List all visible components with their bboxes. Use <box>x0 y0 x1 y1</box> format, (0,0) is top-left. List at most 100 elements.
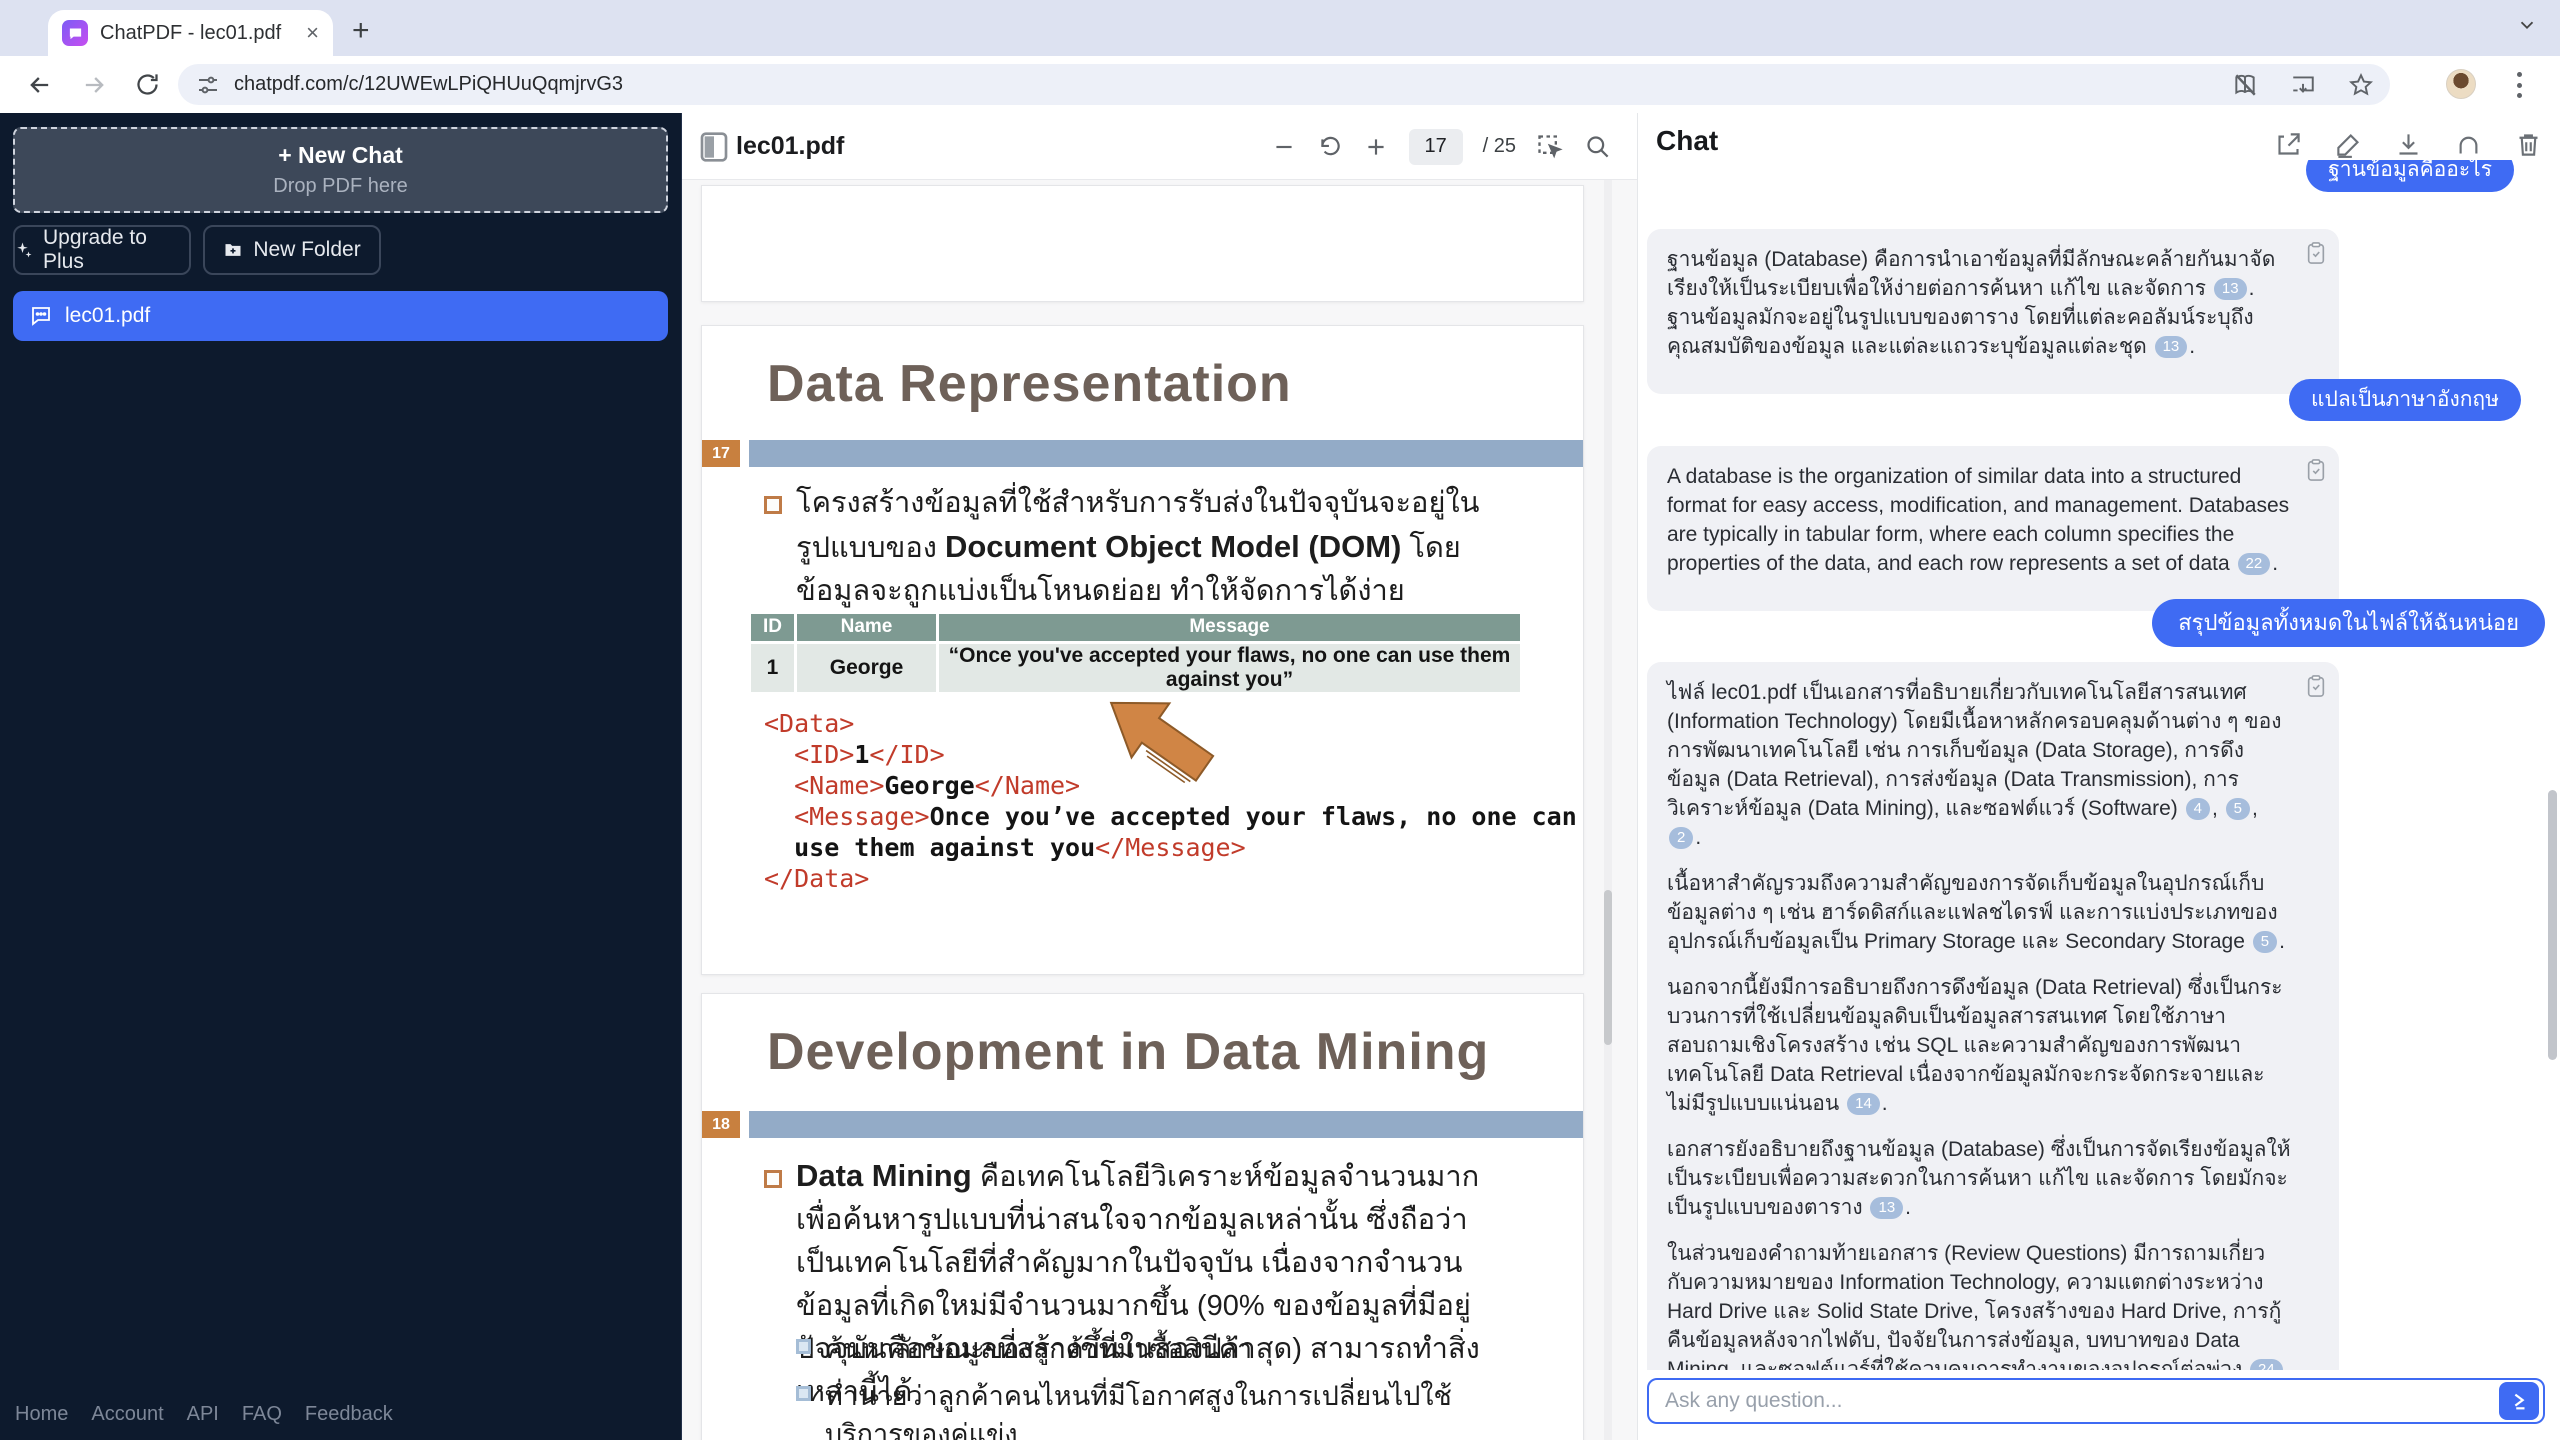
pdf-panel: lec01.pdf 17 / 25 Data Representation 17… <box>681 113 1637 1440</box>
chat-header-icons <box>2275 131 2542 158</box>
copy-message-icon[interactable] <box>2305 458 2327 482</box>
upgrade-label: Upgrade to Plus <box>43 226 147 273</box>
tab-title: ChatPDF - lec01.pdf <box>100 21 282 44</box>
citation-badge[interactable]: 5 <box>2225 798 2250 820</box>
table-header-row: ID Name Message <box>748 614 1520 642</box>
pdf-file-name: lec01.pdf <box>736 132 845 160</box>
window-scrollbar-thumb[interactable] <box>2548 790 2557 1060</box>
footer-link-account[interactable]: Account <box>91 1403 163 1426</box>
new-chat-label: + New Chat <box>278 142 403 168</box>
forward-icon[interactable] <box>80 71 108 99</box>
url-text[interactable]: chatpdf.com/c/12UWEwLPiQHUuQqmjrvG3 <box>234 73 623 96</box>
drop-pdf-hint: Drop PDF here <box>273 175 408 197</box>
browser-menu-icon[interactable] <box>2516 72 2522 98</box>
citation-badge[interactable]: 2 <box>1669 827 1694 849</box>
assistant-message: A database is the organization of simila… <box>1647 446 2339 611</box>
share-icon[interactable] <box>2275 131 2302 158</box>
user-message-bubble: สรุปข้อมูลทั้งหมดในไฟล์ให้ฉันหน่อย <box>2152 599 2545 647</box>
slide18-page-number: 18 <box>702 1111 740 1138</box>
url-bar[interactable]: chatpdf.com/c/12UWEwLPiQHUuQqmjrvG3 <box>178 64 2390 105</box>
xml-code-line: </Data> <box>764 864 870 893</box>
chat-bubble-icon <box>29 304 53 328</box>
send-button[interactable] <box>2499 1382 2539 1420</box>
pdf-scroll-area[interactable]: Data Representation 17 โครงสร้างข้อมูลที… <box>682 180 1637 1440</box>
citation-badge[interactable]: 13 <box>2154 336 2188 358</box>
citation-badge[interactable]: 4 <box>2185 798 2210 820</box>
sub-bullet-square-icon <box>796 1339 811 1354</box>
install-icon[interactable] <box>2290 72 2316 98</box>
xml-code-line: <Message>Once you’ve accepted your flaws… <box>794 802 1577 831</box>
footer-link-feedback[interactable]: Feedback <box>305 1403 393 1426</box>
close-icon[interactable]: × <box>306 22 319 44</box>
undo-icon[interactable] <box>1317 134 1343 160</box>
browser-tab-strip: ChatPDF - lec01.pdf × + <box>0 0 2560 56</box>
document-icon <box>699 131 729 163</box>
bookmark-star-icon[interactable] <box>2348 72 2374 98</box>
sidebar-chat-item-lec01[interactable]: lec01.pdf <box>13 291 668 341</box>
sub-bullet-square-icon <box>796 1386 811 1401</box>
chat-item-label: lec01.pdf <box>65 304 151 327</box>
copy-message-icon[interactable] <box>2305 241 2327 265</box>
sparkle-icon <box>15 241 33 259</box>
new-folder-label: New Folder <box>253 238 361 261</box>
table-cell: 1 <box>748 640 796 692</box>
slide17-bullet: โครงสร้างข้อมูลที่ใช้สำหรับการรับส่งในปั… <box>796 487 1480 607</box>
table-cell: George <box>794 640 938 692</box>
browser-toolbar: chatpdf.com/c/12UWEwLPiQHUuQqmjrvG3 <box>0 56 2560 113</box>
slide17-title: Data Representation <box>767 355 1292 413</box>
pdf-scrollbar-thumb[interactable] <box>1604 890 1612 1045</box>
profile-avatar[interactable] <box>2446 69 2476 99</box>
upgrade-to-plus-button[interactable]: Upgrade to Plus <box>13 225 191 275</box>
reading-list-off-icon[interactable] <box>2232 72 2258 98</box>
page-total-label: / 25 <box>1482 135 1516 157</box>
pdf-toolbar: lec01.pdf 17 / 25 <box>682 113 1637 180</box>
folder-plus-icon <box>223 240 243 260</box>
zoom-in-icon[interactable] <box>1363 134 1389 160</box>
search-icon[interactable] <box>1584 133 1611 160</box>
citation-badge[interactable]: 13 <box>1870 1197 1904 1219</box>
chat-panel: Chat ฐานข้อมูลคืออะไร ฐานข้อมูล (Database… <box>1637 113 2560 1440</box>
refresh-icon[interactable] <box>2455 131 2482 158</box>
trash-icon[interactable] <box>2515 131 2542 158</box>
bullet-square-icon <box>764 1170 782 1188</box>
slide18-title: Development in Data Mining <box>767 1023 1490 1081</box>
citation-badge[interactable]: 22 <box>2237 553 2271 575</box>
footer-link-home[interactable]: Home <box>15 1403 68 1426</box>
pdf-scrollbar-track[interactable] <box>1604 180 1612 1440</box>
page-number-input[interactable]: 17 <box>1408 128 1463 165</box>
slide18-sub-bullet: ทำนายว่าลูกค้าคนไหนที่มีโอกาศสูงในการเปล… <box>796 1377 1516 1440</box>
reload-icon[interactable] <box>134 71 161 98</box>
back-icon[interactable] <box>26 71 54 99</box>
edit-icon[interactable] <box>2335 131 2362 158</box>
citation-badge[interactable]: 14 <box>1847 1093 1880 1115</box>
pdf-page-17: Data Representation 17 โครงสร้างข้อมูลที… <box>701 325 1584 975</box>
sidebar: + New Chat Drop PDF here Upgrade to Plus… <box>0 113 681 1440</box>
new-folder-button[interactable]: New Folder <box>203 225 381 275</box>
chat-question-input[interactable] <box>1649 1380 2543 1422</box>
new-tab-icon[interactable]: + <box>352 16 370 46</box>
copy-message-icon[interactable] <box>2305 674 2327 698</box>
chat-message-list: ฐานข้อมูลคืออะไร ฐานข้อมูล (Database) คือ… <box>1647 160 2545 1370</box>
pdf-page-18: Development in Data Mining 18 Data Minin… <box>701 993 1584 1440</box>
citation-badge[interactable]: 5 <box>2252 931 2278 953</box>
select-area-icon[interactable] <box>1536 133 1564 161</box>
footer-link-faq[interactable]: FAQ <box>242 1403 282 1426</box>
chatpdf-favicon <box>62 20 88 46</box>
new-chat-dropzone[interactable]: + New Chat Drop PDF here <box>13 127 668 213</box>
footer-link-api[interactable]: API <box>187 1403 219 1426</box>
site-settings-icon[interactable] <box>196 73 220 97</box>
pdf-page-16-partial <box>701 185 1584 302</box>
screen: ChatPDF - lec01.pdf × + chatpdf.com/c/12… <box>0 0 2560 1440</box>
slide18-sub-bullet: ค้นหาลักษณะของลูกค้าที่มาซื้อสินค้า <box>796 1330 1516 1368</box>
sidebar-footer: Home Account API FAQ Feedback <box>15 1403 393 1426</box>
chat-panel-title: Chat <box>1656 125 1719 156</box>
assistant-message: ฐานข้อมูล (Database) คือการนำเอาข้อมูลที… <box>1647 229 2339 394</box>
chevron-down-icon[interactable] <box>2516 14 2538 36</box>
slide17-page-number: 17 <box>702 440 740 467</box>
citation-badge[interactable]: 13 <box>2213 278 2247 300</box>
download-icon[interactable] <box>2395 131 2422 158</box>
zoom-out-icon[interactable] <box>1271 134 1297 160</box>
citation-badge[interactable]: 24 <box>2250 1359 2283 1370</box>
browser-tab[interactable]: ChatPDF - lec01.pdf × <box>48 10 333 56</box>
table-header-message: Message <box>936 614 1520 642</box>
